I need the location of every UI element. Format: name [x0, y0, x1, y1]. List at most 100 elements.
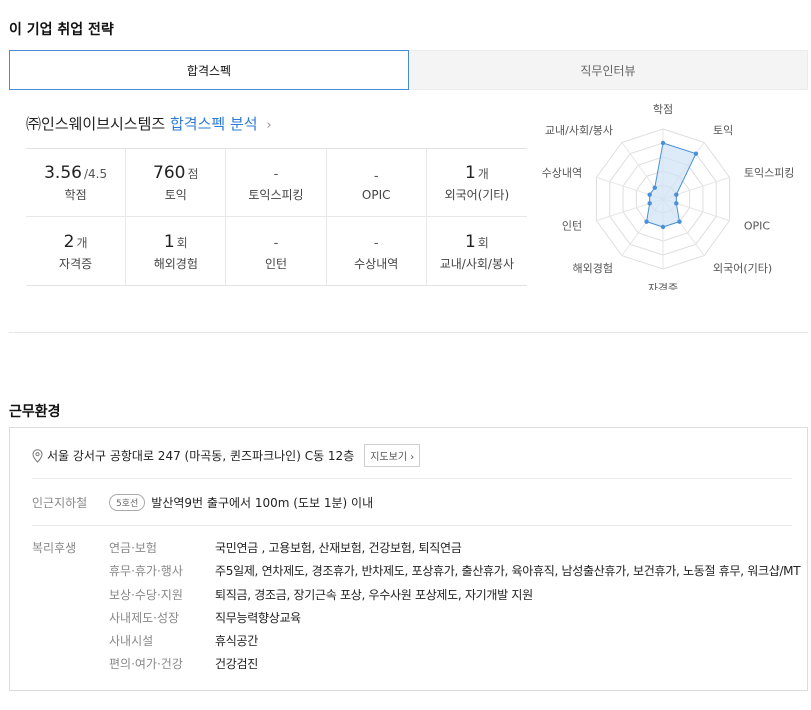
spec-cell: - 인턴: [226, 217, 327, 285]
benefit-category: 사내시설: [109, 634, 154, 649]
spec-cell: - 토익스피킹: [226, 149, 327, 217]
subway-line-badge: 5호선: [109, 494, 146, 511]
spec-label: 교내/사회/봉사: [439, 256, 515, 271]
spec-value: 1회: [164, 231, 188, 253]
benefit-row: 연금·보험 국민연금 , 고용보험, 산재보험, 건강보험, 퇴직연금: [109, 539, 800, 562]
benefits-list: 연금·보험 국민연금 , 고용보험, 산재보험, 건강보험, 퇴직연금휴무·휴가·…: [109, 539, 801, 679]
spec-value-number: 1: [163, 231, 175, 252]
benefit-row: 보상·수당·지원 퇴직금, 경조금, 장기근속 포상, 우수사원 포상제도, 자기…: [109, 586, 800, 609]
spec-value-number: -: [273, 167, 279, 182]
spec-label: 해외경험: [153, 256, 198, 271]
spec-value-number: 3.56: [44, 163, 82, 183]
tab-job-interview[interactable]: 직무인터뷰: [409, 50, 808, 90]
spec-value: -: [374, 164, 379, 186]
benefit-category: 보상·수당·지원: [109, 587, 183, 602]
radar-axis-label: OPIC: [744, 219, 771, 232]
benefit-value: 국민연금 , 고용보험, 산재보험, 건강보험, 퇴직연금: [215, 541, 462, 555]
strategy-tabs: 합격스펙 직무인터뷰: [9, 50, 808, 90]
subway-text: 발산역9번 출구에서 100m (도보 1분) 이내: [151, 496, 374, 510]
row-divider: [32, 478, 792, 479]
spec-cell: 760 점 토익: [126, 149, 227, 217]
radar-data-point: [677, 219, 682, 224]
spec-value: 1회: [465, 231, 489, 253]
spec-cell: - 수상내역: [327, 217, 427, 285]
radar-axis-label: 학점: [653, 103, 673, 116]
spec-label: 토익스피킹: [248, 188, 304, 202]
spec-value-unit: 회: [477, 235, 489, 250]
spec-value-number: -: [273, 235, 279, 251]
spec-value-number: 2: [63, 231, 75, 252]
benefit-value: 퇴직금, 경조금, 장기근속 포상, 우수사원 포상제도, 자기개발 지원: [215, 587, 533, 602]
benefit-value: 휴식공간: [215, 634, 258, 649]
spec-cell: 3.56/4.5 학점: [26, 149, 127, 217]
work-environment-panel: 서울 강서구 공항대로 247 (마곡동, 퀸즈파크나인) C동 12층 지도보…: [9, 427, 808, 691]
spec-value-unit: 회: [176, 235, 188, 250]
spec-value: 1개: [465, 162, 489, 184]
radar-data-point: [674, 192, 679, 197]
spec-value-unit: 개: [477, 167, 489, 181]
spec-value: 760 점: [153, 162, 199, 184]
benefit-row: 사내제도·성장 직무능력향상교육: [109, 609, 800, 632]
spec-value: 3.56/4.5: [44, 162, 107, 184]
spec-label: 토익: [164, 188, 187, 202]
benefit-value: 주5일제, 연차제도, 경조휴가, 반차제도, 포상휴가, 출산휴가, 육아휴직…: [215, 564, 801, 579]
spec-label: 수상내역: [354, 256, 399, 271]
subway-row: 인근지하철 5호선 발산역9번 출구에서 100m (도보 1분) 이내: [32, 494, 373, 511]
spec-label: 인턴: [264, 256, 288, 271]
spec-label: 학점: [64, 188, 87, 202]
tab-pass-spec[interactable]: 합격스펙: [9, 50, 409, 90]
address-text: 서울 강서구 공항대로 247 (마곡동, 퀸즈파크나인) C동 12층: [47, 449, 355, 463]
benefit-category: 편의·여가·건강: [109, 657, 183, 672]
spec-cell: 2 개 자격증: [26, 217, 127, 285]
spec-grid: 3.56/4.5 학점 760 점 토익 - 토익스피킹 - OPIC 1 개 외국어(기타) 2 개 자격…: [26, 148, 527, 286]
spec-value-unit: 개: [76, 235, 88, 250]
radar-data-point: [674, 201, 679, 206]
spec-label: 외국어(기타): [444, 188, 510, 202]
spec-value: -: [274, 231, 279, 253]
section-divider: [9, 332, 808, 333]
radar-axis-label: 인턴: [562, 219, 582, 232]
radar-axis-label: 토익: [713, 124, 733, 137]
benefit-value: 직무능력향상교육: [215, 610, 301, 625]
radar-axis-label: 토익스피킹: [744, 167, 795, 180]
subway-label: 인근지하철: [32, 496, 88, 510]
benefit-row: 사내시설 휴식공간: [109, 632, 800, 655]
spec-value-number: 760: [153, 163, 186, 183]
spec-value-unit: 점: [187, 167, 199, 181]
benefit-row: 편의·여가·건강 건강검진: [109, 655, 800, 678]
address-row: 서울 강서구 공항대로 247 (마곡동, 퀸즈파크나인) C동 12층 지도보…: [32, 444, 421, 467]
radar-data-point: [660, 140, 666, 146]
spec-value-number: 1: [464, 231, 476, 252]
spec-value-number: -: [373, 235, 379, 251]
spec-cell: 1 회교내/사회/봉사: [427, 217, 527, 285]
benefit-category: 연금·보험: [109, 541, 157, 555]
spec-value: -: [274, 162, 279, 184]
radar-data-point: [652, 185, 657, 190]
spec-cell: 1 회해외경험: [126, 217, 227, 285]
benefit-category: 사내제도·성장: [109, 610, 180, 625]
spec-analysis-link[interactable]: 합격스펙 분석: [170, 115, 258, 133]
location-pin-icon: [32, 448, 43, 463]
strategy-section-title: 이 기업 취업 전략: [9, 22, 114, 38]
radar-axis-label: 수상내역: [542, 167, 582, 180]
chevron-right-icon: ›: [266, 118, 272, 133]
spec-label: OPIC: [361, 187, 391, 202]
radar-axis-label: 해외경험: [573, 261, 613, 275]
spec-radar-chart: 학점토익토익스피킹 OPIC 외국어(기타) 자격증 해외경험 인턴 수상내역 교내/사회/봉…: [542, 103, 795, 290]
spec-value: -: [374, 231, 379, 253]
radar-data-point: [644, 219, 649, 224]
map-view-button[interactable]: 지도보기 ›: [364, 444, 421, 467]
company-spec-heading[interactable]: ㈜인스웨이브시스템즈 합격스펙 분석 ›: [26, 113, 272, 134]
benefit-value: 건강검진: [215, 657, 258, 672]
radar-axis-label: 외국어(기타): [713, 262, 772, 275]
row-divider: [32, 525, 792, 526]
spec-value: 2개: [64, 231, 88, 253]
work-env-section-title: 근무환경: [9, 404, 61, 420]
spec-value-unit: /4.5: [83, 167, 108, 181]
company-name: ㈜인스웨이브시스템즈: [26, 115, 166, 133]
spec-value-number: 1: [464, 163, 476, 183]
benefit-category: 휴무·휴가·행사: [109, 564, 183, 579]
radar-data-point: [693, 151, 699, 156]
benefit-row: 휴무·휴가·행사 주5일제, 연차제도, 경조휴가, 반차제도, 포상휴가, 출산…: [109, 562, 801, 585]
radar-axis-label: 교내/사회/봉사: [545, 124, 613, 137]
